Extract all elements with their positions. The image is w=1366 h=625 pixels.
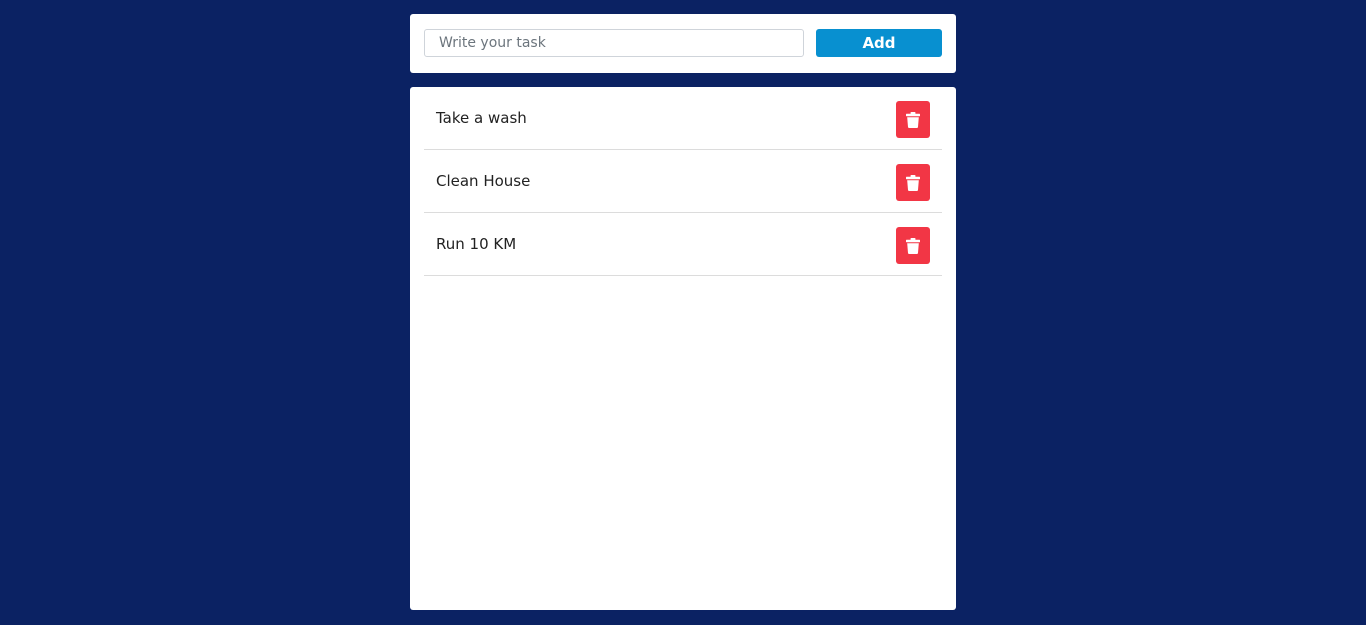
add-button[interactable]: Add xyxy=(816,29,942,57)
trash-icon xyxy=(906,111,920,128)
task-item: Clean House xyxy=(424,150,942,213)
task-text: Run 10 KM xyxy=(436,235,517,253)
trash-icon xyxy=(906,237,920,254)
task-input[interactable] xyxy=(424,29,804,57)
task-list-card: Take a wash Clean House Run 10 KM xyxy=(410,87,956,610)
task-item: Take a wash xyxy=(424,87,942,150)
delete-task-button[interactable] xyxy=(896,227,930,264)
trash-icon xyxy=(906,174,920,191)
add-task-card: Add xyxy=(410,14,956,73)
delete-task-button[interactable] xyxy=(896,101,930,138)
task-text: Clean House xyxy=(436,172,531,190)
task-item: Run 10 KM xyxy=(424,213,942,276)
delete-task-button[interactable] xyxy=(896,164,930,201)
task-text: Take a wash xyxy=(436,109,527,127)
task-list: Take a wash Clean House Run 10 KM xyxy=(424,87,942,276)
